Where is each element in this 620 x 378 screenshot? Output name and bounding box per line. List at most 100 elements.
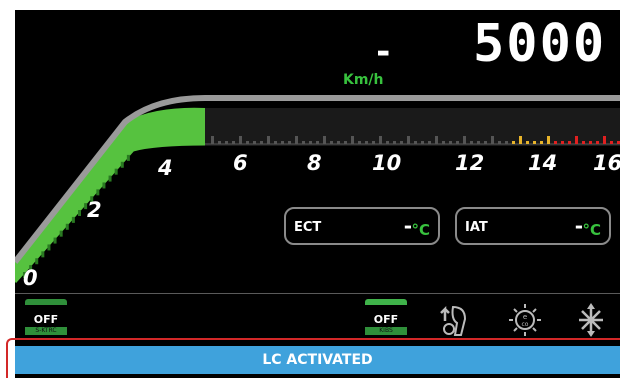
dashboard-screen: - Km/h 5000 0 2 4 6 8 10 12 14 16 ECT - … — [15, 10, 620, 378]
gauge-curve-tick — [96, 189, 100, 196]
tick-label-14: 14 — [528, 151, 558, 175]
gauge-tick — [540, 141, 543, 144]
gauge-tick — [414, 141, 417, 144]
gauge-tick — [477, 141, 480, 144]
gauge-tick — [246, 141, 249, 144]
gauge-tick — [526, 141, 529, 144]
speed-unit: Km/h — [343, 72, 384, 88]
s-ktrc-toggle[interactable]: OFF S-KTRC — [25, 299, 67, 339]
iat-unit: °C — [582, 221, 601, 239]
gauge-curve-tick — [78, 210, 81, 216]
gauge-tick — [337, 141, 340, 144]
gauge-curve-tick — [59, 230, 63, 237]
gauge-tick — [582, 141, 585, 144]
eco-mode-icon[interactable]: e co — [505, 301, 545, 339]
gauge-curve-tick — [53, 237, 57, 244]
gauge-tick — [456, 141, 459, 144]
gauge-curve-tick — [108, 175, 112, 182]
gauge-tick — [288, 141, 291, 144]
gauge-tick — [225, 141, 228, 144]
gauge-tick — [421, 141, 424, 144]
gauge-tick — [596, 141, 599, 144]
gauge-tick — [309, 141, 312, 144]
tick-label-2: 2 — [87, 198, 102, 222]
gauge-tick — [512, 141, 515, 144]
gauge-curve-tick — [102, 182, 106, 189]
launch-control-icon[interactable] — [435, 301, 475, 339]
gauge-tick — [463, 136, 466, 144]
gauge-tick — [407, 136, 410, 144]
gauge-tick — [295, 136, 298, 144]
gauge-tick — [344, 141, 347, 144]
tick-label-0: 0 — [23, 266, 38, 290]
iat-readout: IAT - °C — [455, 207, 611, 245]
gauge-tick — [330, 141, 333, 144]
gauge-tick — [323, 136, 326, 144]
gauge-curve-tick — [35, 258, 39, 265]
gauge-tick — [316, 141, 319, 144]
gauge-tick — [589, 141, 592, 144]
gauge-tick — [372, 141, 375, 144]
gauge-tick — [274, 141, 277, 144]
gauge-tick — [267, 136, 270, 144]
gauge-curve-tick — [120, 161, 124, 168]
ect-readout: ECT - °C — [284, 207, 440, 245]
gauge-tick — [568, 141, 571, 144]
tick-label-6: 6 — [233, 151, 248, 175]
s-ktrc-level-bar — [25, 299, 67, 305]
gauge-tick — [218, 141, 221, 144]
svg-text:e: e — [523, 313, 527, 321]
tick-label-10: 10 — [372, 151, 402, 175]
gauge-tick — [260, 141, 263, 144]
gauge-tick — [351, 136, 354, 144]
gauge-tick — [498, 141, 501, 144]
gauge-tick — [547, 136, 550, 144]
tick-label-8: 8 — [307, 151, 322, 175]
gauge-tick — [232, 141, 235, 144]
gauge-tick — [610, 141, 613, 144]
gauge-tick — [435, 136, 438, 144]
gauge-tick — [470, 141, 473, 144]
tick-label-12: 12 — [455, 151, 485, 175]
gauge-tick — [603, 136, 606, 144]
gauge-tick — [365, 141, 368, 144]
gauge-curve-tick — [65, 223, 69, 230]
iat-label: IAT — [465, 220, 488, 235]
svg-text:co: co — [522, 321, 529, 328]
kibs-toggle[interactable]: OFF KIBS — [365, 299, 407, 339]
gauge-tick — [575, 136, 578, 144]
gauge-curve-tick — [126, 154, 130, 161]
ect-label: ECT — [294, 220, 322, 235]
gauge-curve-tick — [114, 168, 118, 175]
gauge-tick — [253, 141, 256, 144]
lc-activated-banner: LC ACTIVATED — [15, 346, 620, 374]
s-ktrc-tag: S-KTRC — [25, 327, 67, 335]
gauge-tick — [442, 141, 445, 144]
gauge-curve-tick — [41, 251, 45, 258]
gauge-tick — [393, 141, 396, 144]
gauge-tick — [554, 141, 557, 144]
gauge-tick — [533, 141, 536, 144]
tick-label-4: 4 — [158, 156, 173, 180]
ect-unit: °C — [411, 221, 430, 239]
gauge-tick — [386, 141, 389, 144]
gauge-tick — [379, 136, 382, 144]
gauge-tick — [239, 136, 242, 144]
quickshifter-icon[interactable] — [571, 301, 611, 339]
gauge-tick — [358, 141, 361, 144]
s-ktrc-state: OFF — [33, 313, 59, 326]
kibs-level-bar — [365, 299, 407, 305]
gauge-tick — [505, 141, 508, 144]
kibs-tag: KIBS — [365, 327, 407, 335]
gauge-tick — [484, 141, 487, 144]
divider — [15, 293, 620, 294]
gauge-curve-tick — [71, 216, 75, 223]
tick-label-16: 16 — [593, 151, 620, 175]
gauge-tick — [281, 141, 284, 144]
gauge-tick — [449, 141, 452, 144]
gauge-curve-tick — [47, 244, 51, 251]
gauge-tick — [491, 136, 494, 144]
gauge-tick — [519, 136, 522, 144]
speed-value: - — [373, 32, 394, 72]
gauge-tick — [302, 141, 305, 144]
